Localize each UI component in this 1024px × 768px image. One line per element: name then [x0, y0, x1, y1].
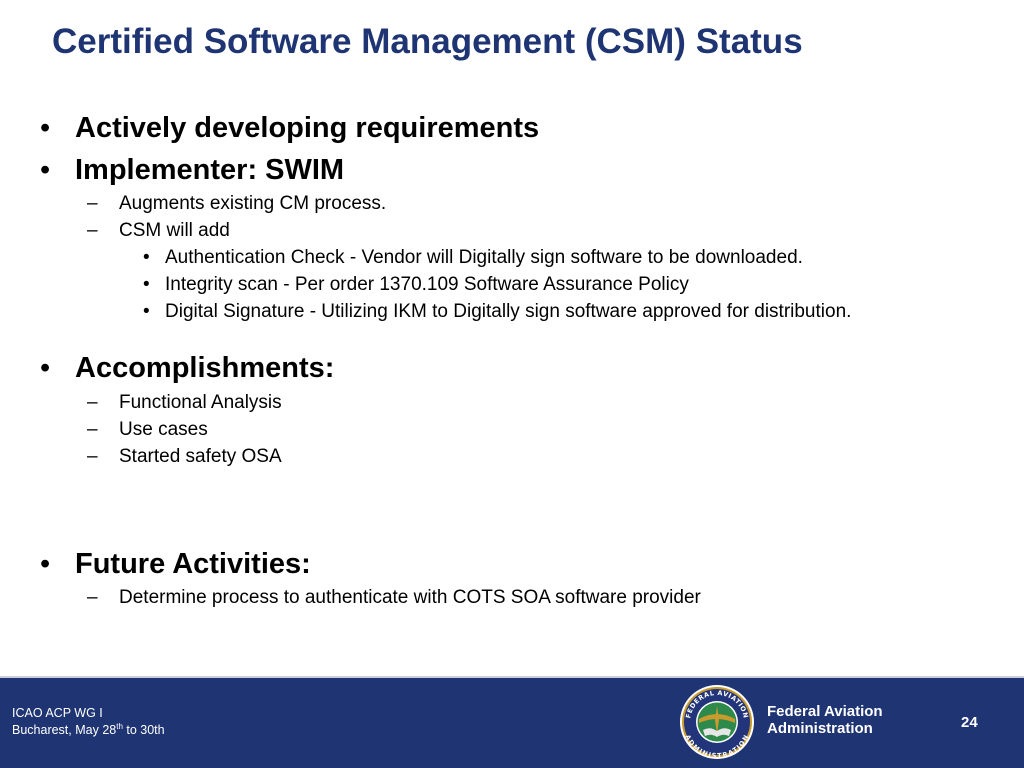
footer-event-info: ICAO ACP WG I Bucharest, May 28th to 30t…	[12, 705, 165, 739]
bullet-item: • Implementer: SWIM	[40, 153, 345, 187]
bullet-item: • Actively developing requirements	[40, 111, 540, 145]
dash-marker: –	[87, 193, 98, 214]
sub-sub-item-text: Digital Signature - Utilizing IKM to Dig…	[165, 301, 852, 322]
dash-marker: –	[87, 392, 98, 413]
sub-item-text: Functional Analysis	[119, 392, 282, 413]
footer-divider	[0, 676, 1024, 678]
bullet-marker: •	[143, 247, 150, 268]
bullet-marker: •	[143, 301, 150, 322]
bullet-marker: •	[40, 112, 51, 144]
bullet-text: Actively developing requirements	[75, 112, 540, 144]
page-number: 24	[961, 714, 978, 731]
sub-sub-item: • Integrity scan - Per order 1370.109 So…	[143, 274, 955, 296]
dash-marker: –	[87, 446, 98, 467]
bullet-text: Accomplishments:	[75, 352, 335, 384]
sub-item: – CSM will add	[87, 220, 230, 242]
sub-item: – Started safety OSA	[87, 446, 282, 468]
sub-sub-item-text: Authentication Check - Vendor will Digit…	[165, 247, 803, 268]
bullet-marker: •	[40, 352, 51, 384]
footer-event-location: Bucharest, May 28th to 30th	[12, 721, 165, 737]
bullet-marker: •	[40, 548, 51, 580]
bullet-item: • Accomplishments:	[40, 351, 335, 385]
faa-seal-logo: FEDERAL AVIATION ADMINISTRATION	[680, 685, 754, 760]
sub-item: – Use cases	[87, 419, 208, 441]
sub-sub-item-text: Integrity scan - Per order 1370.109 Soft…	[165, 274, 689, 295]
sub-item-text: Use cases	[119, 419, 208, 440]
sub-item-text: Started safety OSA	[119, 446, 282, 467]
sub-sub-item: • Digital Signature - Utilizing IKM to D…	[143, 301, 885, 323]
bullet-marker: •	[143, 274, 150, 295]
bullet-marker: •	[40, 154, 51, 186]
sub-item: – Determine process to authenticate with…	[87, 587, 701, 609]
sub-item-text: Augments existing CM process.	[119, 193, 387, 214]
dash-marker: –	[87, 419, 98, 440]
bullet-text: Implementer: SWIM	[75, 154, 345, 186]
sub-item: – Functional Analysis	[87, 392, 282, 414]
slide-title: Certified Software Management (CSM) Stat…	[52, 22, 803, 61]
footer-bar: ICAO ACP WG I Bucharest, May 28th to 30t…	[0, 676, 1024, 768]
sub-item-text: CSM will add	[119, 220, 230, 241]
dash-marker: –	[87, 587, 98, 608]
footer-event-name: ICAO ACP WG I	[12, 706, 103, 720]
bullet-item: • Future Activities:	[40, 547, 311, 581]
sub-item: – Augments existing CM process.	[87, 193, 387, 215]
agency-name: Federal Aviation Administration	[767, 703, 883, 737]
bullet-text: Future Activities:	[75, 548, 311, 580]
sub-sub-item: • Authentication Check - Vendor will Dig…	[143, 247, 955, 269]
sub-item-text: Determine process to authenticate with C…	[119, 587, 701, 608]
dash-marker: –	[87, 220, 98, 241]
